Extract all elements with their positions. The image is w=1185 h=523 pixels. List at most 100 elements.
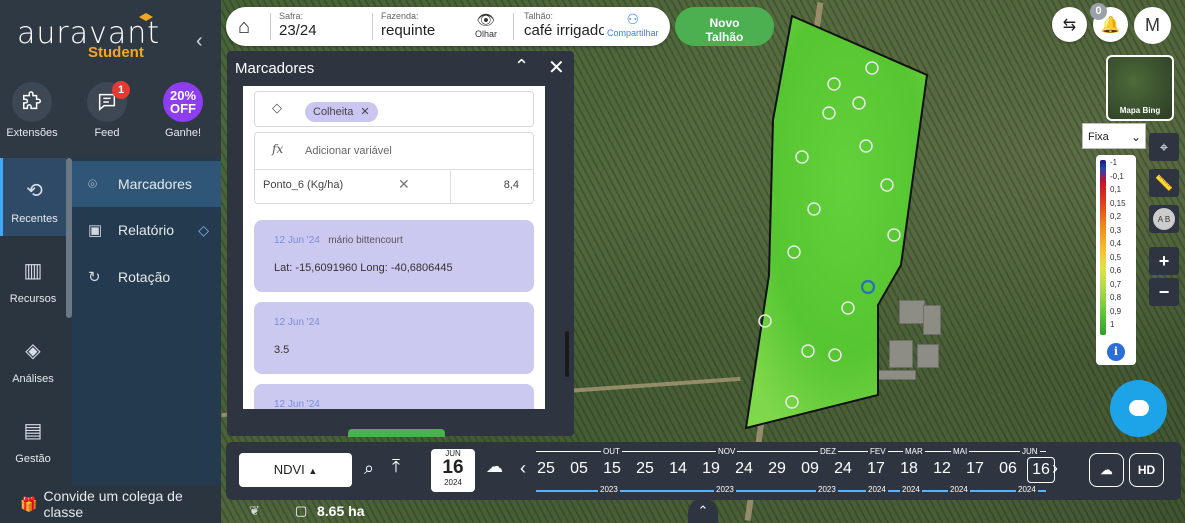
cloud-off-icon[interactable]: ☁	[1089, 453, 1124, 487]
fazenda-label: Fazenda:	[381, 11, 419, 21]
timeline-day[interactable]: 05	[565, 460, 593, 478]
variable-value[interactable]: 8,4	[504, 179, 519, 191]
timeline-day[interactable]: 14	[664, 460, 692, 478]
timeline-day[interactable]: 16	[1027, 457, 1055, 483]
talhao-selector[interactable]: Talhão: café irrigado	[524, 11, 604, 39]
nav-recursos-label: Recursos	[9, 293, 57, 305]
invite-link[interactable]: 🎁 Convide um colega de classe	[0, 485, 221, 523]
subnav-marcadores-label: Marcadores	[118, 176, 192, 192]
remove-variable-icon[interactable]: ✕	[398, 176, 410, 193]
timeline-day[interactable]: 17	[862, 460, 890, 478]
timeline-day[interactable]: 15	[598, 460, 626, 478]
cloud-filter-icon[interactable]: ☁	[486, 457, 503, 477]
ruler-icon[interactable]: 📏	[1149, 169, 1179, 197]
timeline-day[interactable]: 24	[730, 460, 758, 478]
chat-button[interactable]	[1110, 380, 1167, 437]
marker-card[interactable]: 12 Jun '24	[254, 384, 534, 409]
scale-select[interactable]: Fixa ⌄	[1082, 123, 1146, 149]
puzzle-icon	[12, 82, 52, 122]
tag-chip[interactable]: Colheita ✕	[305, 102, 378, 122]
fazenda-selector[interactable]: Fazenda: requinte	[381, 11, 471, 39]
legend-color-bar	[1100, 160, 1106, 335]
panel-scroll-thumb[interactable]	[565, 331, 569, 377]
add-variable-placeholder[interactable]: Adicionar variável	[305, 145, 392, 157]
card-user: mário bittencourt	[328, 235, 403, 246]
nav-analises[interactable]: ◈ Análises	[0, 318, 66, 396]
timeline-month: MAR	[903, 447, 925, 456]
marker-icon: ⌾	[88, 175, 98, 193]
tag-filter[interactable]: ◇ Colheita ✕	[254, 91, 534, 127]
search-icon[interactable]: ⌕	[364, 458, 374, 479]
promo-button[interactable]: 20% OFF Ganhe!	[153, 82, 213, 139]
panel-action-button[interactable]	[348, 429, 445, 437]
nav-recentes[interactable]: ⟲ Recentes	[0, 158, 66, 236]
new-field-line1: Novo	[709, 15, 740, 30]
timeline-day[interactable]: 09	[796, 460, 824, 478]
chevron-up-icon[interactable]: ⌃	[514, 56, 529, 77]
timeline-day[interactable]: 06	[994, 460, 1022, 478]
promo-label: Ganhe!	[164, 127, 202, 139]
invite-label: Convide um colega de classe	[43, 488, 183, 520]
feed-label: Feed	[94, 127, 120, 139]
timeline-year: 2023	[714, 485, 736, 494]
location-pin-icon[interactable]: ⌖	[1149, 133, 1179, 161]
close-icon[interactable]: ✕	[548, 55, 565, 80]
safra-label: Safra:	[279, 11, 304, 21]
basemap-label: Mapa Bing	[1119, 106, 1161, 115]
top-icons: Extensões Feed 20% OFF Ganhe!	[0, 72, 221, 158]
swap-arrows-icon[interactable]: ⇆	[1052, 7, 1087, 42]
legend-label: 0,2	[1110, 212, 1122, 221]
new-field-button[interactable]: Novo Talhão	[675, 7, 774, 46]
timeline-day[interactable]: 17	[961, 460, 989, 478]
timeline-day[interactable]: 12	[928, 460, 956, 478]
home-icon[interactable]: ⌂	[238, 16, 250, 39]
extensions-button[interactable]: Extensões	[2, 82, 62, 139]
zoom-in-icon[interactable]: +	[1149, 247, 1179, 275]
marker-card[interactable]: 12 Jun '24 3.5	[254, 302, 534, 374]
timeline-day[interactable]: 25	[532, 460, 560, 478]
subnav-relatorio[interactable]: ▣ Relatório ◇	[72, 207, 221, 253]
brand-sub: Student	[88, 44, 144, 61]
subnav-marcadores[interactable]: ⌾ Marcadores	[72, 161, 221, 207]
basemap-switcher[interactable]: Mapa Bing	[1106, 55, 1174, 121]
timeline-day[interactable]: 29	[763, 460, 791, 478]
tag-chip-label: Colheita	[313, 106, 354, 118]
promo-line2: OFF	[170, 101, 196, 116]
timeline-day[interactable]: 25	[631, 460, 659, 478]
subnav-rotacao[interactable]: ↻ Rotação	[72, 254, 221, 300]
chevron-left-icon[interactable]: ‹	[520, 458, 526, 479]
olhar-button[interactable]: 👁 Olhar	[475, 11, 497, 39]
field-area: 8.65 ha	[317, 503, 365, 519]
leaf-icon: ❦	[249, 503, 260, 518]
chevron-up-icon[interactable]: ⌃	[688, 498, 718, 523]
info-icon[interactable]: i	[1107, 343, 1125, 361]
collapse-sidebar-icon[interactable]: ‹	[196, 30, 203, 53]
nav-gestao-label: Gestão	[15, 453, 51, 465]
share-button[interactable]: ⚇ Compartilhar	[607, 11, 659, 38]
remove-tag-icon[interactable]: ✕	[360, 106, 369, 118]
avatar[interactable]: M	[1134, 7, 1171, 44]
safra-selector[interactable]: Safra: 23/24	[279, 11, 367, 39]
timeline-day[interactable]: 19	[697, 460, 725, 478]
legend-label: 0,3	[1110, 225, 1122, 235]
timeline-month: MAI	[951, 447, 970, 456]
legend-label: -0,1	[1110, 171, 1124, 181]
compare-ab-icon[interactable]: A B	[1149, 205, 1179, 233]
legend-label: 0,4	[1110, 239, 1122, 248]
nav-gestao[interactable]: ▤ Gestão	[0, 398, 66, 476]
selected-year: 2024	[444, 478, 462, 487]
timeline-day[interactable]: 18	[895, 460, 923, 478]
hd-button[interactable]: HD	[1129, 453, 1164, 487]
timeline-day[interactable]: 24	[829, 460, 857, 478]
nav-recursos[interactable]: ▥ Recursos	[0, 238, 66, 316]
panel-scrollbar[interactable]	[563, 121, 570, 431]
subnav-relatorio-label: Relatório	[118, 222, 175, 238]
logo-area: auravant Student ‹	[0, 0, 221, 72]
upload-icon[interactable]: ⤒	[392, 456, 400, 477]
zoom-out-icon[interactable]: −	[1149, 278, 1179, 306]
timeline-year: 2024	[900, 485, 922, 494]
selected-date[interactable]: JUN 16 2024	[431, 449, 475, 492]
function-icon: fx	[272, 142, 284, 156]
layer-select[interactable]: NDVI ▲	[239, 453, 352, 487]
marker-card[interactable]: 12 Jun '24 mário bittencourt Lat: -15,60…	[254, 220, 534, 292]
